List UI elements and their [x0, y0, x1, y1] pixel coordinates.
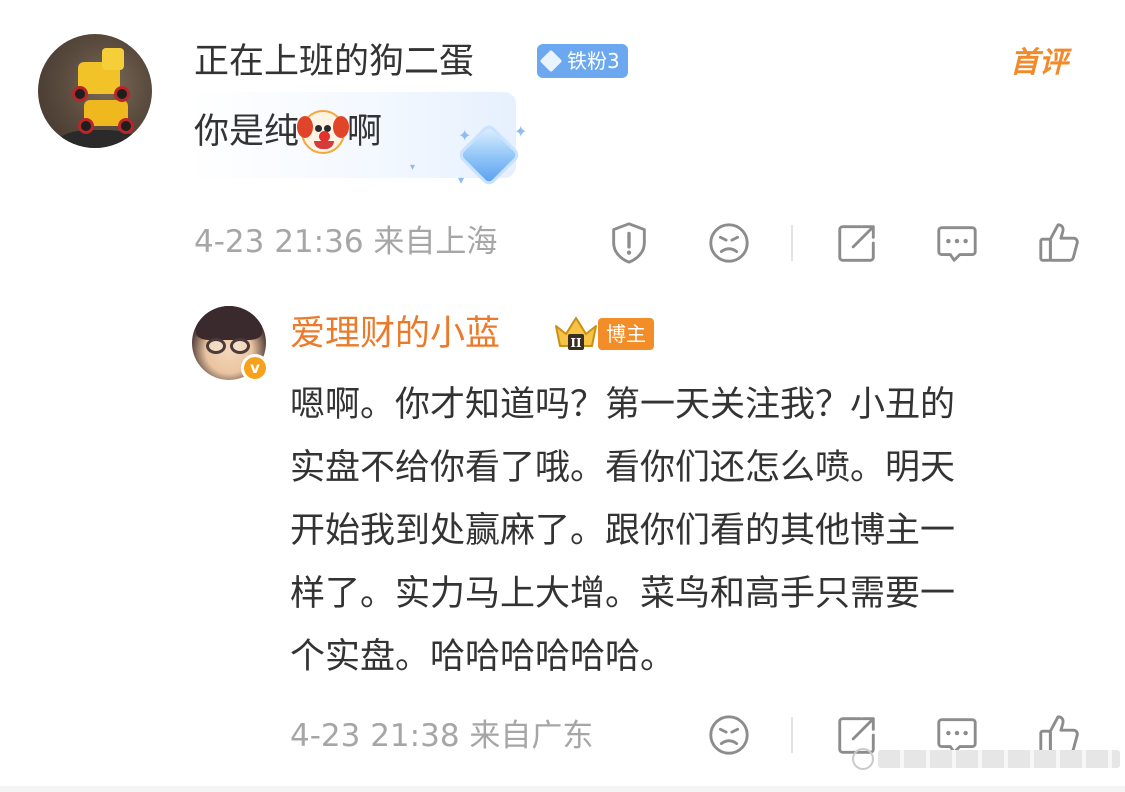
verified-v-icon: v — [241, 354, 269, 382]
bottom-edge — [0, 786, 1125, 792]
reply-icon — [937, 226, 977, 262]
diamond-icon — [539, 49, 563, 73]
share-icon — [838, 225, 875, 262]
fan-level-label: 铁粉3 — [567, 49, 620, 73]
reply-text-line: 嗯啊。你才知道吗？第一天关注我？小丑的 — [290, 385, 956, 425]
action-divider — [791, 225, 793, 261]
dislike-icon — [709, 223, 749, 263]
reply-text-line: 样了。实力马上大增。菜鸟和高手只需要一 — [290, 574, 956, 614]
like-button[interactable] — [1034, 218, 1084, 268]
avatar-toy-cab — [102, 48, 124, 70]
report-icon — [612, 222, 646, 264]
avatar-toy-wheel — [114, 86, 130, 102]
clown-face-icon — [297, 110, 350, 154]
comment-meta: 4-23 21:36 来自上海 — [194, 224, 498, 260]
share-button[interactable] — [832, 218, 882, 268]
svg-text:II: II — [570, 336, 582, 350]
first-comment-tag: 首评 — [1010, 45, 1069, 79]
watermark — [852, 748, 1120, 770]
sparkle-icon: ✦ — [514, 122, 528, 141]
like-icon — [1039, 223, 1079, 262]
avatar-glasses — [230, 338, 250, 354]
comment-text: 你是纯 啊 — [194, 108, 382, 156]
sparkle-icon: ▾ — [458, 173, 465, 187]
reply-username[interactable]: 爱理财的小蓝 — [290, 312, 500, 356]
reply-button[interactable] — [932, 218, 982, 268]
comment-text-before: 你是纯 — [194, 112, 300, 152]
avatar-hair — [196, 306, 262, 340]
avatar-toy-wheel — [118, 118, 134, 134]
avatar-glasses — [206, 338, 226, 354]
reply-dislike-button[interactable] — [704, 710, 754, 760]
dislike-button[interactable] — [704, 218, 754, 268]
watermark-text-blurred — [878, 750, 1120, 768]
reply-text-line: 个实盘。哈哈哈哈哈哈。 — [290, 637, 676, 677]
avatar-toy-wheel — [72, 86, 88, 102]
fan-level-badge[interactable]: 铁粉3 — [537, 44, 628, 78]
report-button[interactable] — [604, 218, 654, 268]
crown-icon: II — [555, 317, 597, 350]
comment-text-after: 啊 — [347, 112, 383, 152]
comment-username[interactable]: 正在上班的狗二蛋 — [194, 40, 474, 84]
reply-text: 嗯啊。你才知道吗？第一天关注我？小丑的 实盘不给你看了哦。看你们还怎么喷。明天 … — [290, 374, 1090, 689]
dislike-icon — [709, 715, 749, 755]
avatar-toy-wheel — [78, 118, 94, 134]
blogger-badge: 博主 — [598, 318, 654, 350]
reply-text-line: 开始我到处赢麻了。跟你们看的其他博主一 — [290, 511, 956, 551]
user-avatar[interactable] — [38, 34, 152, 148]
sparkle-icon: ▾ — [410, 162, 416, 173]
watermark-logo-icon — [852, 748, 874, 770]
action-divider — [791, 717, 793, 753]
reply-meta: 4-23 21:38 来自广东 — [290, 718, 594, 754]
sparkle-icon: ✦ — [458, 126, 472, 145]
reply-text-line: 实盘不给你看了哦。看你们还怎么喷。明天 — [290, 448, 956, 488]
